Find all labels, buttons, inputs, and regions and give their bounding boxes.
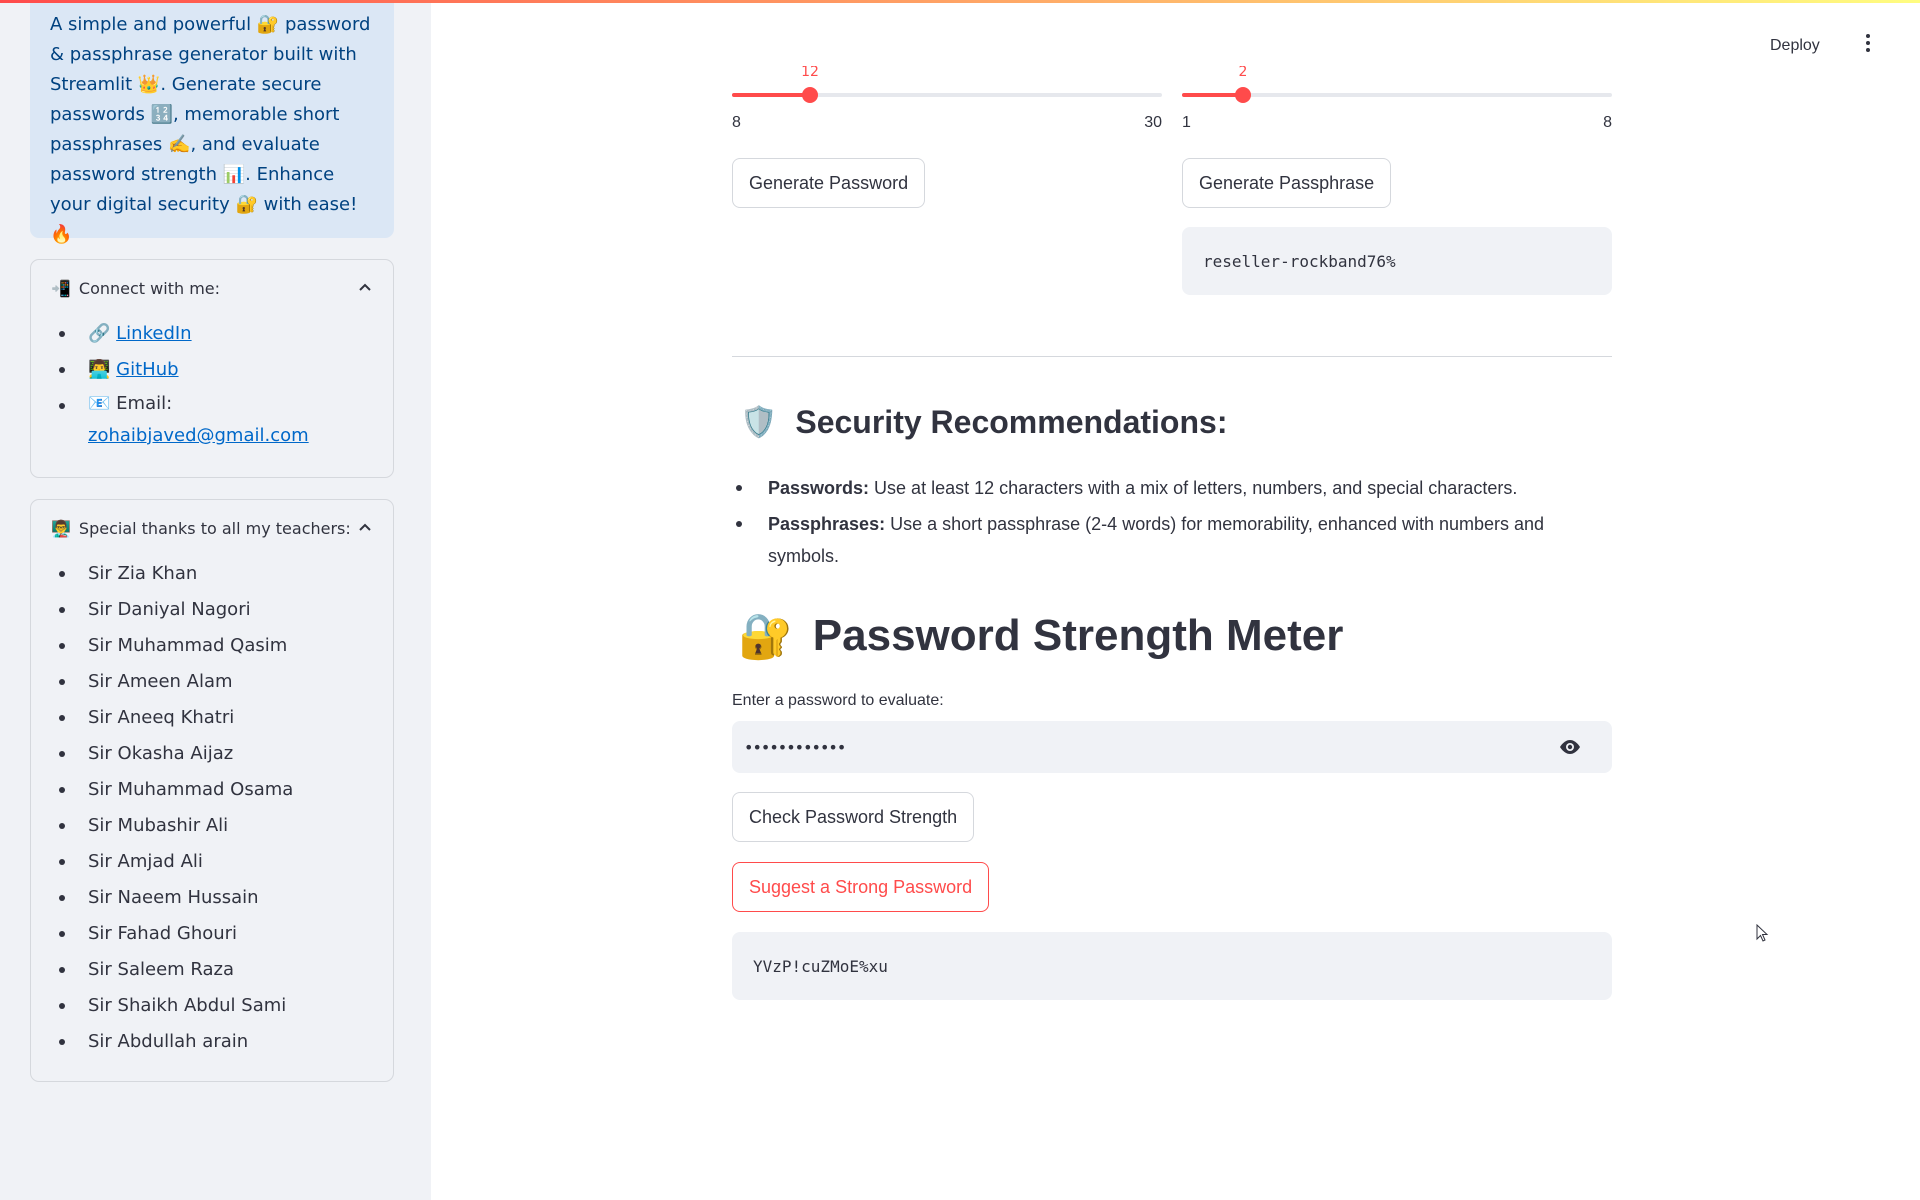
intro-info-box: A simple and powerful 🔐 password & passp… (30, 0, 394, 245)
teacher-item: Sir Shaikh Abdul Sami (53, 988, 373, 1024)
lock-icon: 🔐 (738, 612, 793, 661)
connect-expander-header[interactable]: 📲 Connect with me: (31, 260, 393, 316)
teachers-expander-header[interactable]: 👨‍🏫 Special thanks to all my teachers: (31, 500, 393, 556)
generated-passphrase-output: reseller-rockband76% (1182, 227, 1612, 295)
list-item: 📧 Email: zohaibjaved@gmail.com (53, 388, 373, 452)
slider-min: 1 (1182, 114, 1191, 131)
link-emoji-icon: 🔗 (88, 323, 111, 344)
eye-icon[interactable] (1558, 737, 1582, 757)
teacher-item: Sir Okasha Aijaz (53, 736, 373, 772)
deploy-button[interactable]: Deploy (1770, 30, 1820, 62)
fire-emoji-icon: 🔥 (50, 224, 73, 245)
list-item: 👨‍💻 GitHub (53, 352, 373, 388)
teacher-item: Sir Aneeq Khatri (53, 700, 373, 736)
technologist-emoji-icon: 👨‍💻 (88, 359, 111, 380)
list-item: 🔗 LinkedIn (53, 316, 373, 352)
item-label: Passphrases: (768, 514, 886, 534)
security-recommendations-heading: 🛡️ Security Recommendations: (740, 404, 1227, 441)
item-text: Use at least 12 characters with a mix of… (869, 478, 1518, 498)
connect-expander-title: Connect with me: (78, 278, 221, 298)
teacher-item: Sir Zia Khan (53, 556, 373, 592)
strength-meter-heading: 🔐 Password Strength Meter (738, 610, 1343, 662)
slider-fill (1182, 93, 1243, 97)
github-link[interactable]: GitHub (116, 359, 178, 380)
teacher-item: Sir Daniyal Nagori (53, 592, 373, 628)
lock-emoji-icon: 🔐 (256, 14, 280, 35)
teachers-expander-title: Special thanks to all my teachers: (78, 518, 351, 538)
intro-text: with ease! (257, 194, 358, 215)
recommendations-list: Passwords: Use at least 12 characters wi… (732, 472, 1612, 576)
password-input-container (732, 721, 1612, 773)
email-emoji-icon: 📧 (88, 393, 111, 414)
slider-max: 30 (1144, 114, 1162, 131)
chevron-up-icon[interactable] (359, 522, 371, 534)
suggested-password-output: YVzP!cuZMoE%xu (732, 932, 1612, 1000)
kebab-menu-icon[interactable] (1864, 34, 1872, 58)
sidebar: A simple and powerful 🔐 password & passp… (0, 0, 431, 1200)
writing-hand-emoji-icon: ✍️ (168, 134, 191, 155)
slider-value: 12 (801, 66, 819, 78)
teacher-item: Sir Mubashir Ali (53, 808, 373, 844)
intro-text: A simple and powerful (50, 14, 257, 35)
teacher-item: Sir Muhammad Qasim (53, 628, 373, 664)
password-input-label: Enter a password to evaluate: (732, 692, 944, 709)
item-label: Passwords: (768, 478, 870, 498)
teacher-item: Sir Ameen Alam (53, 664, 373, 700)
crown-emoji-icon: 👑 (137, 74, 161, 95)
teachers-expander: 👨‍🏫 Special thanks to all my teachers: S… (30, 499, 394, 1082)
suggest-password-button[interactable]: Suggest a Strong Password (732, 862, 990, 912)
heading-text: Security Recommendations: (795, 404, 1228, 440)
slider-min: 8 (732, 114, 741, 131)
teacher-item: Sir Muhammad Osama (53, 772, 373, 808)
generate-password-button[interactable]: Generate Password (732, 158, 926, 208)
slider-fill (732, 93, 810, 97)
bar-chart-emoji-icon: 📊 (222, 164, 246, 185)
email-label: Email: (116, 393, 173, 414)
password-input[interactable] (744, 737, 1544, 757)
password-length-slider[interactable]: 12 8 30 (732, 0, 1162, 131)
teacher-item: Sir Amjad Ali (53, 844, 373, 880)
lock-emoji-icon: 🔐 (235, 194, 258, 215)
divider (732, 356, 1612, 357)
item-text: Use a short passphrase (2-4 words) for m… (768, 514, 1545, 566)
heading-text: Password Strength Meter (812, 611, 1344, 660)
top-decoration-bar (0, 0, 1920, 3)
chevron-up-icon[interactable] (359, 282, 371, 294)
teacher-item: Sir Naeem Hussain (53, 880, 373, 916)
slider-value: 2 (1238, 66, 1248, 78)
list-item: Passwords: Use at least 12 characters wi… (732, 472, 1612, 504)
list-item: Passphrases: Use a short passphrase (2-4… (732, 508, 1612, 572)
mobile-phone-icon: 📲 (51, 278, 71, 298)
email-link[interactable]: zohaibjaved@gmail.com (88, 425, 309, 446)
slider-thumb[interactable] (1235, 87, 1251, 103)
teacher-item: Sir Fahad Ghouri (53, 916, 373, 952)
linkedin-link[interactable]: LinkedIn (116, 323, 191, 344)
passphrase-words-slider[interactable]: 2 1 8 (1182, 0, 1612, 131)
teacher-item: Sir Abdullah arain (53, 1024, 373, 1060)
teacher-icon: 👨‍🏫 (51, 518, 71, 538)
mouse-cursor-icon (1756, 924, 1769, 942)
check-strength-button[interactable]: Check Password Strength (732, 792, 975, 842)
teacher-item: Sir Saleem Raza (53, 952, 373, 988)
connect-expander: 📲 Connect with me: 🔗 LinkedIn 👨‍💻 GitHub… (30, 259, 394, 478)
shield-icon: 🛡️ (740, 406, 778, 439)
slider-thumb[interactable] (802, 87, 818, 103)
numbers-emoji-icon: 🔢 (150, 104, 173, 125)
generate-passphrase-button[interactable]: Generate Passphrase (1182, 158, 1392, 208)
slider-max: 8 (1603, 114, 1612, 131)
